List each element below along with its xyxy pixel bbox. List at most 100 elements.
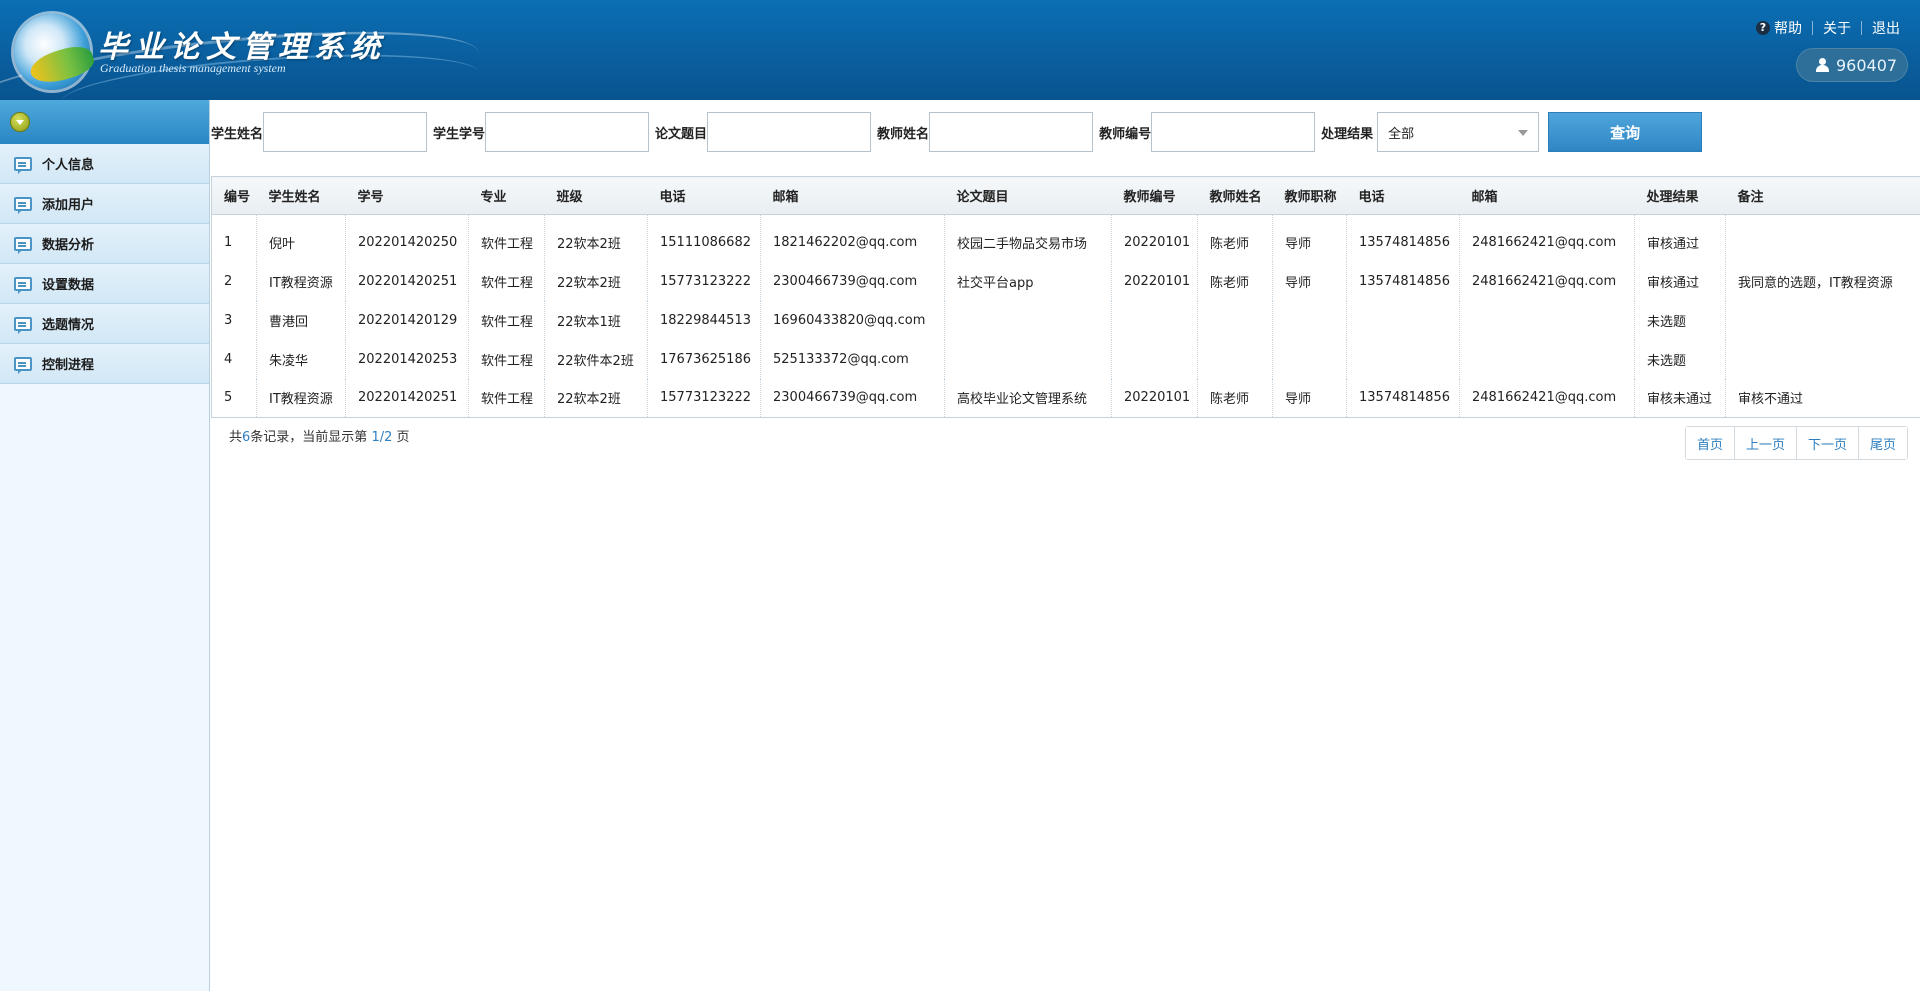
cell-class: 22软本2班 bbox=[544, 261, 648, 301]
teacher-name-label: 教师姓名 bbox=[877, 126, 930, 142]
cell-id: 3 bbox=[224, 312, 233, 328]
collapse-toggle-icon[interactable] bbox=[10, 112, 30, 132]
app-title: 毕业论文管理系统 bbox=[98, 30, 386, 65]
prev-page-button[interactable]: 上一页 bbox=[1733, 427, 1796, 459]
result-select[interactable]: 全部 bbox=[1377, 112, 1540, 152]
cell-teacher-name: 陈老师 bbox=[1197, 214, 1273, 262]
cell-teacher-phone: 13574814856 bbox=[1346, 261, 1460, 301]
cell-major: 软件工程 bbox=[468, 214, 545, 262]
result-label: 处理结果 bbox=[1321, 126, 1374, 142]
cell-thesis-title bbox=[944, 339, 1112, 379]
cell-student-no: 202201420251 bbox=[345, 378, 469, 418]
cell-id: 1 bbox=[224, 234, 233, 250]
cell-major: 软件工程 bbox=[468, 261, 545, 301]
table-row[interactable]: 1 倪叶 202201420250 软件工程 22软本2班 15111086682 1821… bbox=[212, 214, 1920, 262]
cell-student-no: 202201420251 bbox=[345, 261, 469, 301]
user-icon bbox=[1816, 58, 1829, 72]
table-row[interactable]: 4 朱凌华 202201420253 软件工程 22软件本2班 17673625186 52… bbox=[212, 339, 1920, 379]
column-header-teacher-title: 教师职称 bbox=[1272, 176, 1347, 215]
cell-remark: 审核不通过 bbox=[1725, 378, 1920, 418]
help-link[interactable]: 帮助 bbox=[1774, 18, 1802, 38]
user-id: 960407 bbox=[1836, 55, 1898, 75]
sidebar-header bbox=[0, 100, 209, 144]
sidebar-item-label: 个人信息 bbox=[42, 158, 95, 173]
cell-student-email: 2300466739@qq.com bbox=[760, 261, 945, 301]
last-page-button[interactable]: 尾页 bbox=[1857, 427, 1907, 459]
cell-teacher-title: 导师 bbox=[1272, 261, 1347, 301]
column-header-student-phone: 电话 bbox=[647, 176, 761, 215]
column-header-class: 班级 bbox=[544, 176, 648, 215]
cell-class: 22软本2班 bbox=[544, 378, 648, 418]
cell-student-phone: 15773123222 bbox=[647, 261, 761, 301]
thesis-title-input[interactable] bbox=[707, 112, 872, 152]
sidebar-item-process-control[interactable]: 控制进程 bbox=[0, 344, 209, 384]
pagination: 首页 上一页 下一页 尾页 bbox=[1684, 426, 1908, 460]
teacher-name-input[interactable] bbox=[929, 112, 1094, 152]
cell-teacher-no bbox=[1111, 300, 1198, 340]
cell-student-name: IT教程资源 bbox=[256, 261, 346, 301]
sidebar-item-profile[interactable]: 个人信息 bbox=[0, 144, 209, 184]
sidebar-item-label: 控制进程 bbox=[42, 358, 95, 373]
message-icon bbox=[14, 156, 32, 174]
cell-teacher-phone bbox=[1346, 300, 1460, 340]
cell-teacher-title bbox=[1272, 300, 1347, 340]
cell-student-no: 202201420253 bbox=[345, 339, 469, 379]
sidebar-item-label: 设置数据 bbox=[42, 278, 95, 293]
cell-student-phone: 15111086682 bbox=[647, 214, 761, 262]
chevron-down-icon bbox=[1518, 130, 1529, 136]
student-name-label: 学生姓名 bbox=[211, 126, 264, 142]
sidebar-item-settings-data[interactable]: 设置数据 bbox=[0, 264, 209, 304]
sidebar-item-label: 添加用户 bbox=[42, 198, 95, 213]
cell-remark bbox=[1725, 214, 1920, 262]
cell-result: 未选题 bbox=[1634, 300, 1726, 340]
cell-result: 未选题 bbox=[1634, 339, 1726, 379]
sidebar-item-add-user[interactable]: 添加用户 bbox=[0, 184, 209, 224]
cell-teacher-name: 陈老师 bbox=[1197, 378, 1273, 418]
app-header: 毕业论文管理系统 Graduation thesis management sy… bbox=[0, 0, 1920, 100]
cell-student-email: 1821462202@qq.com bbox=[760, 214, 945, 262]
table-row[interactable]: 3 曹港回 202201420129 软件工程 22软本1班 18229844513 169… bbox=[212, 300, 1920, 340]
teacher-no-input[interactable] bbox=[1151, 112, 1316, 152]
cell-student-email: 525133372@qq.com bbox=[760, 339, 945, 379]
cell-result: 审核未通过 bbox=[1634, 378, 1726, 418]
column-header-teacher-name: 教师姓名 bbox=[1197, 176, 1273, 215]
cell-thesis-title bbox=[944, 300, 1112, 340]
column-header-student-email: 邮箱 bbox=[760, 176, 945, 215]
logout-link[interactable]: 退出 bbox=[1872, 18, 1900, 38]
cell-result: 审核通过 bbox=[1634, 261, 1726, 301]
user-badge[interactable]: 960407 bbox=[1796, 48, 1908, 82]
table-row[interactable]: 2 IT教程资源 202201420251 软件工程 22软本2班 15773123222… bbox=[212, 261, 1920, 301]
cell-student-name: 倪叶 bbox=[256, 214, 346, 262]
cell-remark bbox=[1725, 339, 1920, 379]
sidebar-item-data-analysis[interactable]: 数据分析 bbox=[0, 224, 209, 264]
cell-teacher-email: 2481662421@qq.com bbox=[1459, 378, 1635, 418]
cell-teacher-title: 导师 bbox=[1272, 214, 1347, 262]
cell-thesis-title: 社交平台app bbox=[944, 261, 1112, 301]
cell-id: 2 bbox=[224, 273, 233, 289]
query-button[interactable]: 查询 bbox=[1548, 112, 1703, 152]
next-page-button[interactable]: 下一页 bbox=[1795, 427, 1858, 459]
cell-teacher-title bbox=[1272, 339, 1347, 379]
message-icon bbox=[14, 196, 32, 214]
column-header-thesis-title: 论文题目 bbox=[944, 176, 1112, 215]
cell-student-name: 朱凌华 bbox=[256, 339, 346, 379]
first-page-button[interactable]: 首页 bbox=[1685, 427, 1734, 459]
sidebar-item-topic-status[interactable]: 选题情况 bbox=[0, 304, 209, 344]
pager-info: 共6条记录，当前显示第 1/2 页 bbox=[229, 426, 410, 445]
cell-major: 软件工程 bbox=[468, 378, 545, 418]
cell-remark: 我同意的选题，IT教程资源 bbox=[1725, 261, 1920, 301]
cell-student-name: IT教程资源 bbox=[256, 378, 346, 418]
student-no-input[interactable] bbox=[485, 112, 650, 152]
about-link[interactable]: 关于 bbox=[1823, 18, 1851, 38]
message-icon bbox=[14, 276, 32, 294]
help-icon[interactable]: ? bbox=[1756, 21, 1770, 35]
cell-id: 5 bbox=[224, 390, 233, 406]
cell-teacher-email bbox=[1459, 339, 1635, 379]
student-no-label: 学生学号 bbox=[433, 126, 486, 142]
records-table: 编号 学生姓名 学号 专业 班级 电话 邮箱 论文题目 教师编号 教师姓名 教师职称 电话 邮箱 处理结果… bbox=[211, 176, 1920, 418]
top-links: ? 帮助 关于 退出 bbox=[1756, 18, 1900, 38]
cell-teacher-no: 20220101 bbox=[1111, 214, 1198, 262]
student-name-input[interactable] bbox=[263, 112, 428, 152]
table-row[interactable]: 5 IT教程资源 202201420251 软件工程 22软本2班 15773123222… bbox=[212, 378, 1920, 418]
cell-student-no: 202201420250 bbox=[345, 214, 469, 262]
